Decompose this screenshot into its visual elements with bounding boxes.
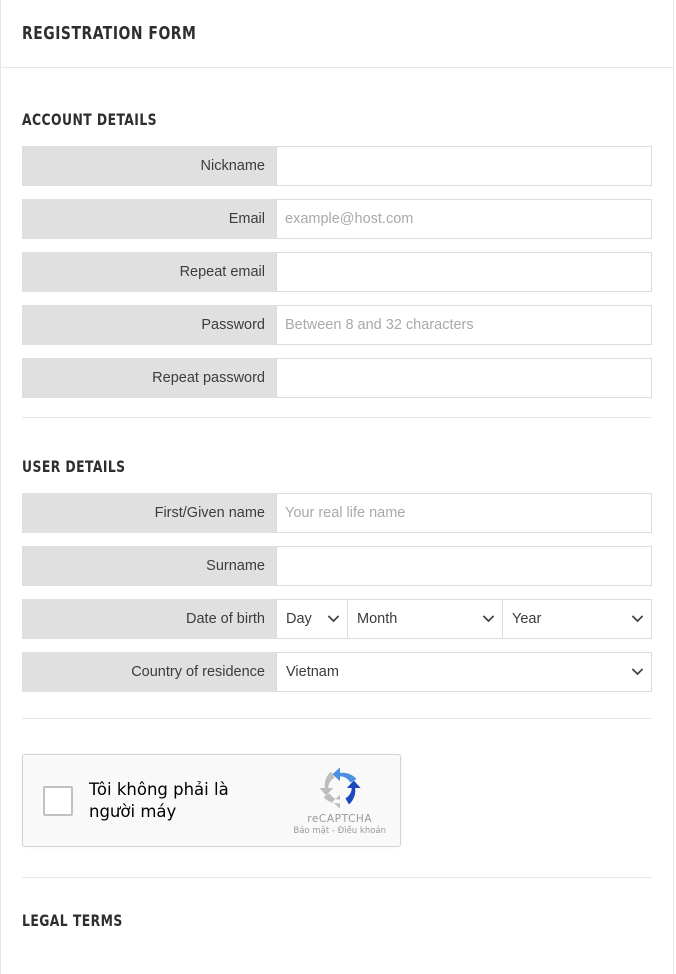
- control-repeat-email: [276, 252, 652, 292]
- control-repeat-password: [276, 358, 652, 398]
- label-repeat-email: Repeat email: [22, 252, 276, 292]
- account-details-fields: Nickname Email Repeat email Password: [22, 146, 652, 398]
- surname-input[interactable]: [276, 546, 652, 586]
- field-row-first-name: First/Given name: [22, 493, 652, 533]
- control-date-of-birth: Day Month Year: [276, 599, 652, 639]
- recaptcha-widget[interactable]: Tôi không phải là người máy reCAPTCHA Bả…: [22, 754, 401, 847]
- field-row-repeat-email: Repeat email: [22, 252, 652, 292]
- section-divider-user: [22, 718, 652, 719]
- section-divider-account: [22, 417, 652, 418]
- section-heading-user-details: User details: [22, 457, 126, 476]
- section-heading-account-details: Account details: [22, 110, 157, 129]
- country-select[interactable]: Vietnam: [276, 652, 652, 692]
- recaptcha-checkbox[interactable]: [43, 785, 73, 816]
- user-details-fields: First/Given name Surname Date of birth D…: [22, 493, 652, 692]
- control-first-name: [276, 493, 652, 533]
- label-date-of-birth: Date of birth: [22, 599, 276, 639]
- field-row-surname: Surname: [22, 546, 652, 586]
- label-country: Country of residence: [22, 652, 276, 692]
- recaptcha-logo-icon: [319, 766, 361, 809]
- recaptcha-branding: reCAPTCHA Bảo mật - Điều khoản: [293, 766, 386, 836]
- control-password: [276, 305, 652, 345]
- field-row-repeat-password: Repeat password: [22, 358, 652, 398]
- repeat-email-input[interactable]: [276, 252, 652, 292]
- password-input[interactable]: [276, 305, 652, 345]
- label-email: Email: [22, 199, 276, 239]
- dob-year-wrap: Year: [502, 599, 652, 639]
- recaptcha-links[interactable]: Bảo mật - Điều khoản: [293, 826, 386, 836]
- country-select-wrap: Vietnam: [276, 652, 652, 692]
- first-name-input[interactable]: [276, 493, 652, 533]
- dob-year-select[interactable]: Year: [502, 599, 652, 639]
- form-header: Registration form: [1, 0, 673, 68]
- label-surname: Surname: [22, 546, 276, 586]
- recaptcha-label: Tôi không phải là người máy: [89, 779, 229, 821]
- dob-month-select[interactable]: Month: [347, 599, 503, 639]
- page-title: Registration form: [22, 23, 197, 44]
- field-row-country: Country of residence Vietnam: [22, 652, 652, 692]
- field-row-date-of-birth: Date of birth Day Month Year: [22, 599, 652, 639]
- section-divider-legal: [22, 877, 652, 878]
- label-password: Password: [22, 305, 276, 345]
- dob-day-select[interactable]: Day: [276, 599, 348, 639]
- form-body: Account details Nickname Email Repeat em…: [1, 110, 673, 930]
- repeat-password-input[interactable]: [276, 358, 652, 398]
- dob-day-wrap: Day: [276, 599, 348, 639]
- label-nickname: Nickname: [22, 146, 276, 186]
- control-country: Vietnam: [276, 652, 652, 692]
- nickname-input[interactable]: [276, 146, 652, 186]
- control-nickname: [276, 146, 652, 186]
- field-row-password: Password: [22, 305, 652, 345]
- control-surname: [276, 546, 652, 586]
- recaptcha-brand-name: reCAPTCHA: [307, 812, 373, 825]
- registration-form-card: Registration form Account details Nickna…: [0, 0, 674, 974]
- label-repeat-password: Repeat password: [22, 358, 276, 398]
- section-heading-legal-terms: Legal terms: [22, 911, 123, 930]
- field-row-nickname: Nickname: [22, 146, 652, 186]
- control-email: [276, 199, 652, 239]
- field-row-email: Email: [22, 199, 652, 239]
- email-input[interactable]: [276, 199, 652, 239]
- dob-month-wrap: Month: [347, 599, 503, 639]
- label-first-name: First/Given name: [22, 493, 276, 533]
